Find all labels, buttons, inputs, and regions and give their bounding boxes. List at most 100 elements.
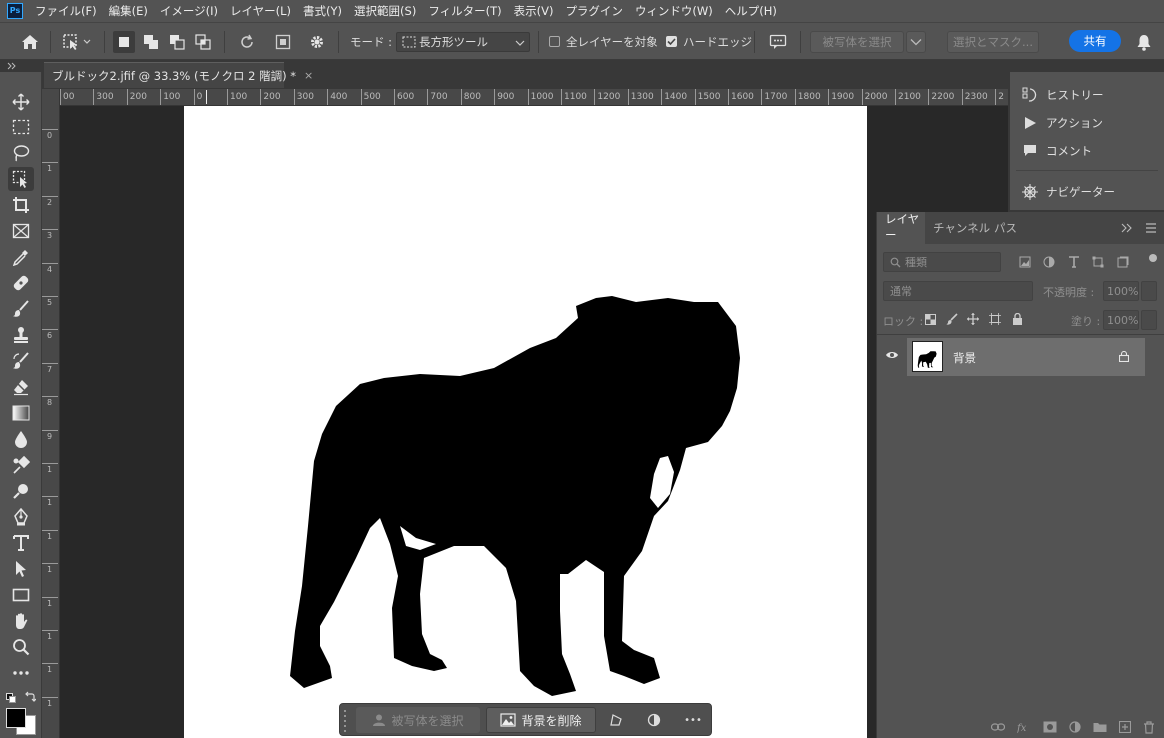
hard-edge-checkbox[interactable] <box>666 36 677 47</box>
mode-dropdown[interactable]: 長方形ツール <box>396 32 530 52</box>
drag-handle[interactable] <box>343 708 347 733</box>
menu-window[interactable]: ウィンドウ(W) <box>629 3 719 19</box>
menu-layer[interactable]: レイヤー(L) <box>224 3 297 19</box>
foreground-color-swatch[interactable] <box>6 708 26 728</box>
rectangle-tool[interactable] <box>8 583 34 607</box>
swap-colors-button[interactable] <box>24 691 37 706</box>
panel-actions[interactable]: アクション <box>1020 112 1103 134</box>
folder-icon[interactable] <box>1093 721 1107 733</box>
ctx-select-subject-button[interactable]: 被写体を選択 <box>356 707 480 733</box>
blur-tool[interactable] <box>8 427 34 451</box>
document-tab[interactable]: ブルドック2.jfif @ 33.3% (モノクロ 2 階調) * × <box>44 62 313 88</box>
move-tool[interactable] <box>8 90 34 114</box>
all-layers-checkbox[interactable] <box>549 36 560 47</box>
tab-layers[interactable]: レイヤー <box>877 212 925 244</box>
frame-tool[interactable] <box>8 219 34 243</box>
ruler-tick <box>961 89 963 105</box>
opacity-dropdown[interactable] <box>1141 281 1157 301</box>
healing-brush-tool[interactable] <box>8 271 34 295</box>
edit-toolbar-button[interactable] <box>8 661 34 685</box>
zoom-tool[interactable] <box>8 635 34 659</box>
menu-help[interactable]: ヘルプ(H) <box>719 3 783 19</box>
type-t-icon <box>13 535 29 551</box>
menu-select[interactable]: 選択範囲(S) <box>348 3 422 19</box>
menu-file[interactable]: ファイル(F) <box>29 3 103 19</box>
transform-button[interactable] <box>602 707 630 733</box>
gradient-tool[interactable] <box>8 401 34 425</box>
eyedropper-tool[interactable] <box>8 245 34 269</box>
object-finder-button[interactable] <box>270 23 296 61</box>
new-selection-button[interactable] <box>112 23 136 61</box>
brush-tool[interactable] <box>8 297 34 321</box>
link-layers-icon[interactable] <box>991 722 1005 732</box>
ruler-tick <box>42 630 58 631</box>
menu-type[interactable]: 書式(Y) <box>297 3 348 19</box>
select-subject-button[interactable]: 被写体を選択 <box>810 31 904 53</box>
ruler-tick <box>160 89 162 105</box>
eraser-tool[interactable] <box>8 375 34 399</box>
contextual-task-bar: 被写体を選択 背景を削除 ••• <box>339 703 712 736</box>
history-brush-tool[interactable] <box>8 349 34 373</box>
new-layer-icon[interactable] <box>1119 721 1131 733</box>
ruler-label: 700 <box>430 92 448 102</box>
ruler-label: 0 <box>196 92 203 102</box>
menu-image[interactable]: イメージ(I) <box>154 3 224 19</box>
add-selection-icon <box>144 35 158 49</box>
trash-icon[interactable] <box>1143 720 1155 734</box>
layer-row-background[interactable]: 背景 <box>907 338 1145 376</box>
lasso-tool[interactable] <box>8 141 34 165</box>
comment-bubble-icon <box>769 34 787 49</box>
home-button[interactable] <box>14 23 46 61</box>
blend-mode-dropdown[interactable]: 通常 <box>883 281 1033 301</box>
panel-navigator[interactable]: ナビゲーター <box>1020 181 1115 203</box>
notifications-button[interactable] <box>1132 23 1156 61</box>
dodge-tool[interactable] <box>8 453 34 477</box>
select-and-mask-button[interactable]: 選択とマスク... <box>947 31 1039 53</box>
remove-background-label: 背景を削除 <box>521 713 582 728</box>
panel-history[interactable]: ヒストリー <box>1020 84 1104 106</box>
menu-plugins[interactable]: プラグイン <box>559 3 629 19</box>
menu-edit[interactable]: 編集(E) <box>103 3 154 19</box>
pen-tool[interactable] <box>8 505 34 529</box>
tab-channels[interactable]: チャンネル <box>933 212 991 244</box>
refresh-button[interactable] <box>234 23 260 61</box>
ruler-label: 7 <box>47 364 53 374</box>
panel-comments[interactable]: コメント <box>1020 140 1092 162</box>
intersect-selection-button[interactable] <box>191 23 215 61</box>
crop-tool[interactable] <box>8 193 34 217</box>
more-options-button[interactable]: ••• <box>678 707 708 733</box>
object-selection-tool[interactable] <box>8 167 34 191</box>
fill-dropdown[interactable] <box>1141 310 1157 330</box>
add-mask-icon[interactable] <box>1043 721 1057 733</box>
hand-tool[interactable] <box>8 609 34 633</box>
tool-preset-picker[interactable] <box>58 23 98 61</box>
settings-button[interactable] <box>304 23 330 61</box>
clone-stamp-tool[interactable] <box>8 323 34 347</box>
filter-toggle[interactable] <box>1149 254 1157 262</box>
type-tool[interactable] <box>8 531 34 555</box>
layer-visibility-toggle[interactable] <box>885 349 899 363</box>
menu-view[interactable]: 表示(V) <box>508 3 560 19</box>
tab-paths[interactable]: パス <box>994 212 1024 244</box>
fill-input[interactable]: 100% <box>1103 310 1139 330</box>
select-subject-dropdown[interactable] <box>906 31 926 53</box>
default-colors-button[interactable] <box>6 692 16 706</box>
subtract-selection-button[interactable] <box>165 23 189 61</box>
ruler-label: 00 <box>63 92 75 102</box>
dodge-burn-tool[interactable] <box>8 479 34 503</box>
menu-filter[interactable]: フィルター(T) <box>422 3 507 19</box>
fx-icon[interactable]: fx <box>1017 721 1031 733</box>
marquee-tool[interactable] <box>8 115 34 139</box>
ruler-label: 4 <box>47 264 53 274</box>
path-selection-tool[interactable] <box>8 557 34 581</box>
layer-filter-dropdown[interactable]: 種類 <box>883 252 1001 272</box>
adjustment-button[interactable] <box>640 707 668 733</box>
adjustment-layer-icon[interactable] <box>1069 721 1081 733</box>
add-selection-button[interactable] <box>139 23 163 61</box>
opacity-input[interactable]: 100% <box>1103 281 1139 301</box>
document-image[interactable] <box>184 106 867 738</box>
share-button[interactable]: 共有 <box>1069 30 1121 52</box>
remove-background-button[interactable]: 背景を削除 <box>486 707 596 733</box>
comment-button[interactable] <box>765 23 791 61</box>
close-tab-icon[interactable]: × <box>304 69 313 82</box>
